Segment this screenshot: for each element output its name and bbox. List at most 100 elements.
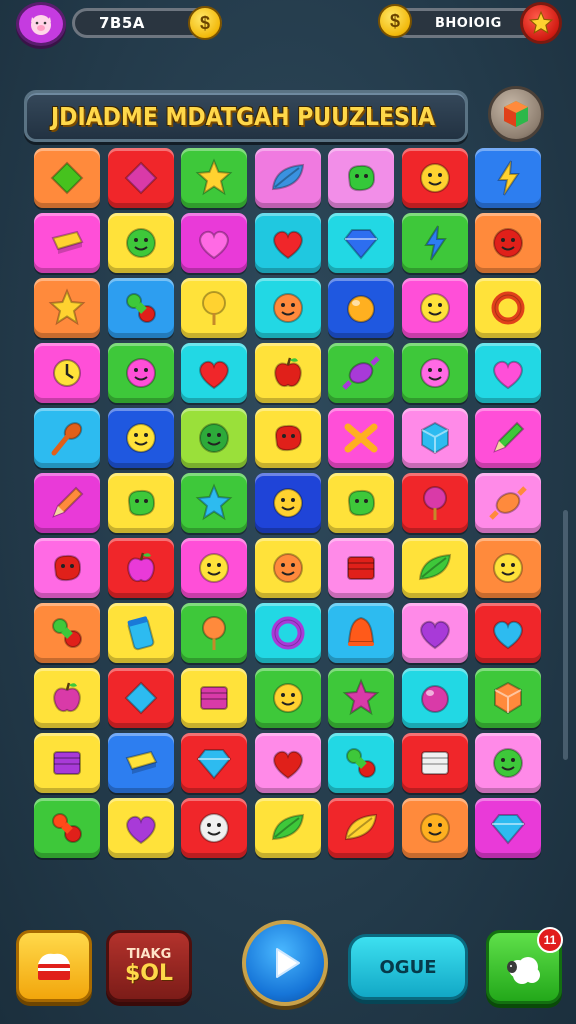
leaf-icon	[271, 163, 304, 191]
board-tile[interactable]	[254, 733, 321, 793]
board-tile[interactable]	[254, 603, 321, 663]
board-tile[interactable]	[401, 408, 468, 468]
board-tile[interactable]	[254, 213, 321, 273]
board-tile[interactable]	[107, 603, 174, 663]
board-tile[interactable]	[475, 343, 541, 403]
board-tile[interactable]	[34, 278, 100, 338]
leaf-icon	[418, 553, 451, 581]
board-tile[interactable]	[107, 798, 174, 858]
board-tile[interactable]	[34, 213, 100, 273]
board-tile[interactable]	[34, 603, 100, 663]
board-tile[interactable]	[254, 148, 321, 208]
board-tile[interactable]	[34, 343, 100, 403]
board-tile[interactable]	[475, 278, 541, 338]
board-tile[interactable]	[401, 733, 468, 793]
board-tile[interactable]	[475, 408, 541, 468]
board-tile[interactable]	[328, 473, 394, 533]
board-tile[interactable]	[181, 408, 247, 468]
board-tile[interactable]	[254, 668, 321, 728]
board-tile[interactable]	[328, 733, 394, 793]
board-tile[interactable]	[34, 733, 100, 793]
sheep-button[interactable]: 11	[486, 927, 563, 1004]
board-tile[interactable]	[328, 668, 394, 728]
board-tile[interactable]	[328, 148, 394, 208]
candy-icon	[489, 486, 527, 520]
board-tile[interactable]	[401, 603, 468, 663]
board-tile[interactable]	[254, 538, 321, 598]
board-tile[interactable]	[401, 668, 468, 728]
score-button[interactable]: TIAKG $OL	[106, 930, 192, 1002]
spoon-icon	[51, 422, 83, 456]
board-tile[interactable]	[254, 408, 321, 468]
board-tile[interactable]	[107, 408, 174, 468]
board-tile[interactable]	[475, 798, 541, 858]
board-scrollbar[interactable]	[563, 510, 568, 760]
board-tile[interactable]	[401, 213, 468, 273]
board-tile[interactable]	[475, 538, 541, 598]
board-tile[interactable]	[107, 733, 174, 793]
board-tile[interactable]	[401, 148, 468, 208]
board-tile[interactable]	[401, 278, 468, 338]
board-tile[interactable]	[107, 148, 174, 208]
board-tile[interactable]	[107, 538, 174, 598]
ogue-button[interactable]: OGUE	[348, 934, 468, 1000]
board-tile[interactable]	[181, 603, 247, 663]
board-tile[interactable]	[181, 538, 247, 598]
board-tile[interactable]	[34, 668, 100, 728]
board-tile[interactable]	[475, 148, 541, 208]
board-tile[interactable]	[328, 603, 394, 663]
board-tile[interactable]	[254, 798, 321, 858]
board-tile[interactable]	[107, 473, 174, 533]
board-tile[interactable]	[34, 538, 100, 598]
cake-button[interactable]	[16, 930, 92, 1002]
board-tile[interactable]	[181, 278, 247, 338]
board-tile[interactable]	[181, 733, 247, 793]
leaf-icon	[344, 813, 378, 841]
board-tile[interactable]	[401, 343, 468, 403]
board-tile[interactable]	[107, 278, 174, 338]
board-tile[interactable]	[181, 473, 247, 533]
box-icon	[420, 751, 449, 775]
board-tile[interactable]	[181, 148, 247, 208]
board-tile[interactable]	[475, 603, 541, 663]
board-tile[interactable]	[181, 213, 247, 273]
board-tile[interactable]	[328, 538, 394, 598]
board-tile[interactable]	[475, 473, 541, 533]
heart-icon	[199, 230, 229, 260]
coin-icon-right[interactable]: $	[378, 4, 412, 38]
board-tile[interactable]	[181, 343, 247, 403]
board-tile[interactable]	[34, 148, 100, 208]
cube-icon	[420, 421, 449, 455]
pig-avatar-icon[interactable]	[16, 2, 66, 46]
board-tile[interactable]	[328, 278, 394, 338]
board-tile[interactable]	[401, 798, 468, 858]
play-button[interactable]	[242, 920, 328, 1006]
board-tile[interactable]	[328, 213, 394, 273]
board-tile[interactable]	[328, 798, 394, 858]
board-tile[interactable]	[181, 798, 247, 858]
board-tile[interactable]	[34, 408, 100, 468]
board-tile[interactable]	[328, 408, 394, 468]
board-tile[interactable]	[107, 343, 174, 403]
board-tile[interactable]	[34, 473, 100, 533]
heart-icon	[125, 815, 156, 845]
board-tile[interactable]	[328, 343, 394, 403]
board-tile[interactable]	[401, 538, 468, 598]
board-tile[interactable]	[401, 473, 468, 533]
cube-icon[interactable]	[488, 86, 544, 142]
board-tile[interactable]	[181, 668, 247, 728]
coin-icon[interactable]: $	[188, 6, 222, 40]
board-tile[interactable]	[34, 798, 100, 858]
board-tile[interactable]	[475, 668, 541, 728]
star-icon[interactable]	[520, 2, 562, 44]
board-tile[interactable]	[475, 733, 541, 793]
box-icon	[347, 556, 375, 580]
board-tile[interactable]	[254, 278, 321, 338]
face-icon	[272, 488, 303, 518]
board-tile[interactable]	[475, 213, 541, 273]
board-tile[interactable]	[254, 343, 321, 403]
board-tile[interactable]	[107, 668, 174, 728]
board-tile[interactable]	[107, 213, 174, 273]
board-tile[interactable]	[254, 473, 321, 533]
face-icon	[419, 163, 450, 193]
